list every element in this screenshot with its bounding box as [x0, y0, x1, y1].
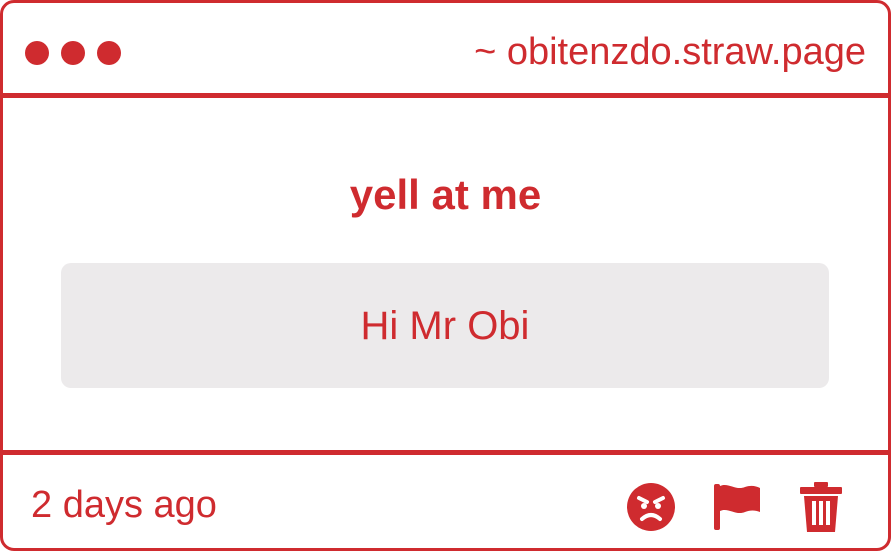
message-card: ~ obitenzdo.straw.page yell at me Hi Mr … — [0, 0, 891, 551]
site-url[interactable]: ~ obitenzdo.straw.page — [474, 29, 866, 75]
window-dot-3 — [97, 41, 121, 65]
angry-face-icon — [627, 483, 675, 531]
window-dots — [25, 41, 121, 65]
message-content: yell at me Hi Mr Obi — [3, 98, 888, 450]
trash-icon — [800, 482, 842, 532]
window-titlebar: ~ obitenzdo.straw.page — [3, 3, 888, 98]
report-flag-button[interactable] — [709, 479, 765, 535]
flag-icon — [714, 484, 760, 530]
window-dot-2 — [61, 41, 85, 65]
message-text: Hi Mr Obi — [360, 303, 530, 348]
message-box: Hi Mr Obi — [61, 263, 829, 388]
delete-button[interactable] — [793, 479, 849, 535]
window-dot-1 — [25, 41, 49, 65]
angry-face-button[interactable] — [623, 479, 679, 535]
message-timestamp: 2 days ago — [31, 484, 217, 526]
message-footer: 2 days ago — [3, 450, 888, 548]
question-title: yell at me — [349, 171, 542, 218]
